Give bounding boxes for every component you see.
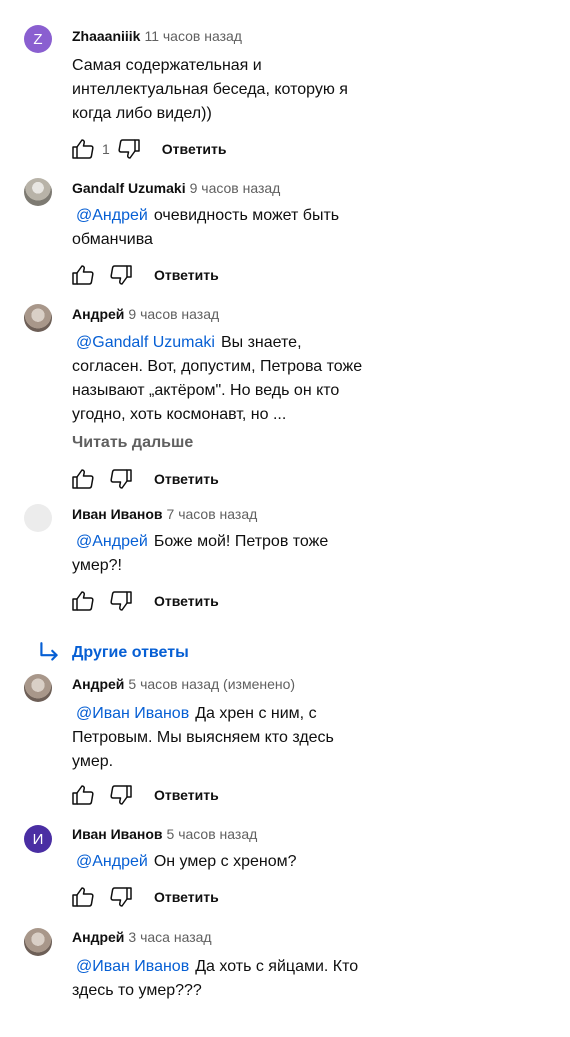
- comment-body: Самая содержательная и интеллектуальная …: [72, 57, 348, 122]
- reply-button[interactable]: Ответить: [154, 471, 219, 487]
- author-name[interactable]: Андрей: [72, 306, 124, 322]
- thumb-down-icon[interactable]: [108, 782, 134, 808]
- avatar-letter: И: [32, 830, 44, 848]
- comment-text: @Иван Иванов Да хрен с ним, с Петровым. М…: [72, 702, 372, 774]
- comment-header: Gandalf Uzumaki 9 часов назад: [72, 180, 280, 196]
- comment-actions: Ответить: [70, 466, 219, 492]
- comment-header: Андрей 3 часа назад: [72, 929, 212, 945]
- mention-link[interactable]: @Андрей: [76, 533, 148, 550]
- comment-actions: Ответить: [70, 782, 219, 808]
- more-replies-label: Другие ответы: [72, 644, 189, 661]
- comment-actions: Ответить: [70, 262, 219, 288]
- timestamp[interactable]: 5 часов назад: [167, 826, 258, 842]
- comment-header: Zhaaaniiik 11 часов назад: [72, 28, 242, 44]
- timestamp[interactable]: 11 часов назад: [144, 28, 242, 44]
- author-name[interactable]: Иван Иванов: [72, 506, 163, 522]
- more-replies-button[interactable]: Другие ответы: [36, 640, 189, 666]
- avatar[interactable]: Z: [24, 25, 52, 53]
- avatar-letter: Z: [33, 30, 43, 48]
- timestamp[interactable]: 9 часов назад: [190, 180, 281, 196]
- mention-link[interactable]: @Андрей: [76, 207, 148, 224]
- comment-text: @Иван Иванов Да хоть с яйцами. Кто здесь …: [72, 955, 372, 1003]
- author-name[interactable]: Андрей: [72, 676, 124, 692]
- author-name[interactable]: Zhaaaniiik: [72, 28, 140, 44]
- comment-header: Андрей 9 часов назад: [72, 306, 219, 322]
- thumb-down-icon[interactable]: [108, 588, 134, 614]
- comment-header: Иван Иванов 5 часов назад: [72, 826, 257, 842]
- avatar[interactable]: [24, 928, 52, 956]
- author-name[interactable]: Gandalf Uzumaki: [72, 180, 186, 196]
- reply-button[interactable]: Ответить: [154, 267, 219, 283]
- thumb-up-icon[interactable]: [70, 262, 96, 288]
- thumb-down-icon[interactable]: [108, 466, 134, 492]
- thumb-up-icon[interactable]: [70, 136, 96, 162]
- avatar[interactable]: И: [24, 825, 52, 853]
- comment-text: @Gandalf Uzumaki Вы знаете, согласен. Вот…: [72, 331, 372, 427]
- avatar[interactable]: [24, 178, 52, 206]
- thumb-up-icon[interactable]: [70, 782, 96, 808]
- timestamp[interactable]: 7 часов назад: [167, 506, 258, 522]
- author-name[interactable]: Иван Иванов: [72, 826, 163, 842]
- reply-button[interactable]: Ответить: [154, 889, 219, 905]
- avatar[interactable]: [24, 504, 52, 532]
- comment-body: Он умер с хреном?: [153, 853, 297, 870]
- thumb-up-icon[interactable]: [70, 588, 96, 614]
- mention-link[interactable]: @Gandalf Uzumaki: [76, 334, 215, 351]
- timestamp[interactable]: 5 часов назад (изменено): [128, 676, 295, 692]
- thumb-down-icon[interactable]: [108, 884, 134, 910]
- reply-arrow-icon: [40, 642, 58, 661]
- author-name[interactable]: Андрей: [72, 929, 124, 945]
- thumb-up-icon[interactable]: [70, 884, 96, 910]
- comment-header: Андрей 5 часов назад (изменено): [72, 676, 295, 692]
- thumb-up-icon[interactable]: [70, 466, 96, 492]
- thumb-down-icon[interactable]: [108, 262, 134, 288]
- thumb-down-icon[interactable]: [116, 136, 142, 162]
- comment-header: Иван Иванов 7 часов назад: [72, 506, 257, 522]
- timestamp[interactable]: 3 часа назад: [128, 929, 211, 945]
- mention-link[interactable]: @Иван Иванов: [76, 705, 189, 722]
- comment-actions: Ответить: [70, 588, 219, 614]
- comment-text: @Андрей Он умер с хреном?: [72, 850, 372, 874]
- comment-text: @Андрей Боже мой! Петров тоже умер?!: [72, 530, 372, 578]
- reply-button[interactable]: Ответить: [154, 787, 219, 803]
- mention-link[interactable]: @Андрей: [76, 853, 148, 870]
- comment-text: @Андрей очевидность может быть обманчива: [72, 204, 372, 252]
- read-more-button[interactable]: Читать дальше: [72, 434, 193, 452]
- timestamp[interactable]: 9 часов назад: [128, 306, 219, 322]
- avatar[interactable]: [24, 304, 52, 332]
- reply-button[interactable]: Ответить: [154, 593, 219, 609]
- avatar[interactable]: [24, 674, 52, 702]
- mention-link[interactable]: @Иван Иванов: [76, 958, 189, 975]
- reply-button[interactable]: Ответить: [162, 141, 227, 157]
- like-count: 1: [102, 141, 110, 157]
- comment-actions: 1 Ответить: [70, 136, 227, 162]
- comment-actions: Ответить: [70, 884, 219, 910]
- comment-text: Самая содержательная и интеллектуальная …: [72, 54, 372, 126]
